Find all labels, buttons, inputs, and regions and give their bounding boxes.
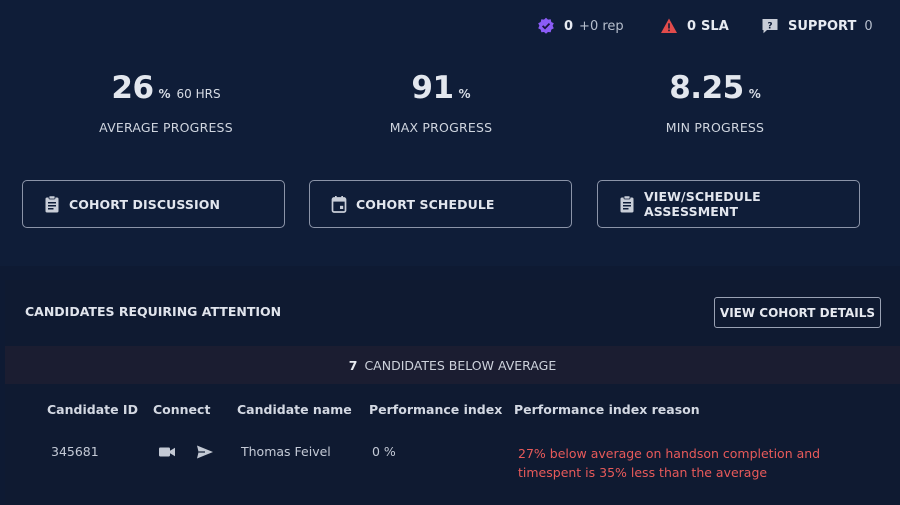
- view-schedule-assessment-label: VIEW/SCHEDULE ASSESSMENT: [644, 189, 761, 219]
- average-hours: 60 HRS: [176, 87, 221, 101]
- performance-index: 0 %: [372, 444, 396, 459]
- calendar-icon: [331, 195, 347, 213]
- below-average-count: 7: [348, 357, 358, 373]
- min-progress-label: MIN PROGRESS: [665, 120, 765, 135]
- reputation-count: 0: [564, 18, 574, 34]
- min-progress-unit: %: [748, 87, 761, 101]
- average-progress-stat: 26% 60 HRS AVERAGE PROGRESS: [66, 70, 266, 135]
- performance-reason: 27% below average on handson completion …: [518, 446, 821, 480]
- cohort-discussion-label: COHORT DISCUSSION: [69, 196, 221, 212]
- cohort-schedule-button[interactable]: COHORT SCHEDULE: [309, 180, 572, 228]
- min-progress-stat: 8.25% MIN PROGRESS: [615, 70, 815, 135]
- svg-text:?: ?: [767, 21, 772, 31]
- support-chat-icon: ?: [761, 17, 779, 35]
- clipboard-icon: [44, 195, 60, 213]
- candidate-id: 345681: [51, 444, 99, 459]
- support-label: SUPPORT: [788, 18, 857, 34]
- average-progress-unit: %: [158, 87, 171, 101]
- average-progress-value: 26: [111, 70, 154, 106]
- min-progress-value: 8.25: [669, 70, 744, 106]
- reputation-status[interactable]: 0 +0 rep: [537, 15, 624, 37]
- send-icon[interactable]: [196, 444, 214, 460]
- below-average-text: CANDIDATES BELOW AVERAGE: [364, 357, 557, 373]
- max-progress-value: 91: [411, 70, 454, 106]
- view-cohort-details-button[interactable]: VIEW COHORT DETAILS: [714, 297, 881, 328]
- sla-status[interactable]: 0 SLA: [660, 15, 729, 37]
- attention-title: CANDIDATES REQUIRING ATTENTION: [25, 304, 282, 319]
- column-header-candidate-id: Candidate ID: [47, 402, 138, 417]
- column-header-performance-reason: Performance index reason: [514, 402, 700, 417]
- video-camera-icon[interactable]: [158, 444, 176, 460]
- column-header-performance-index: Performance index: [369, 402, 503, 417]
- cohort-schedule-label: COHORT SCHEDULE: [356, 196, 495, 212]
- view-schedule-assessment-button[interactable]: VIEW/SCHEDULE ASSESSMENT: [597, 180, 860, 228]
- average-progress-label: AVERAGE PROGRESS: [99, 120, 233, 135]
- candidate-name: Thomas Feivel: [241, 444, 331, 459]
- column-header-candidate-name: Candidate name: [237, 402, 352, 417]
- max-progress-stat: 91% MAX PROGRESS: [341, 70, 541, 135]
- below-average-banner: 7 CANDIDATES BELOW AVERAGE: [5, 346, 900, 384]
- clipboard-icon: [619, 195, 635, 213]
- verified-badge-icon: [537, 17, 555, 35]
- support-count: 0: [864, 18, 873, 34]
- sla-label: SLA: [701, 18, 729, 34]
- max-progress-label: MAX PROGRESS: [389, 120, 493, 135]
- support-status[interactable]: ? SUPPORT 0: [761, 15, 873, 37]
- column-header-connect: Connect: [153, 402, 211, 417]
- reputation-text: +0 rep: [579, 18, 624, 34]
- cohort-discussion-button[interactable]: COHORT DISCUSSION: [22, 180, 285, 228]
- sla-count: 0: [687, 18, 697, 34]
- max-progress-unit: %: [458, 87, 471, 101]
- warning-triangle-icon: [660, 17, 678, 35]
